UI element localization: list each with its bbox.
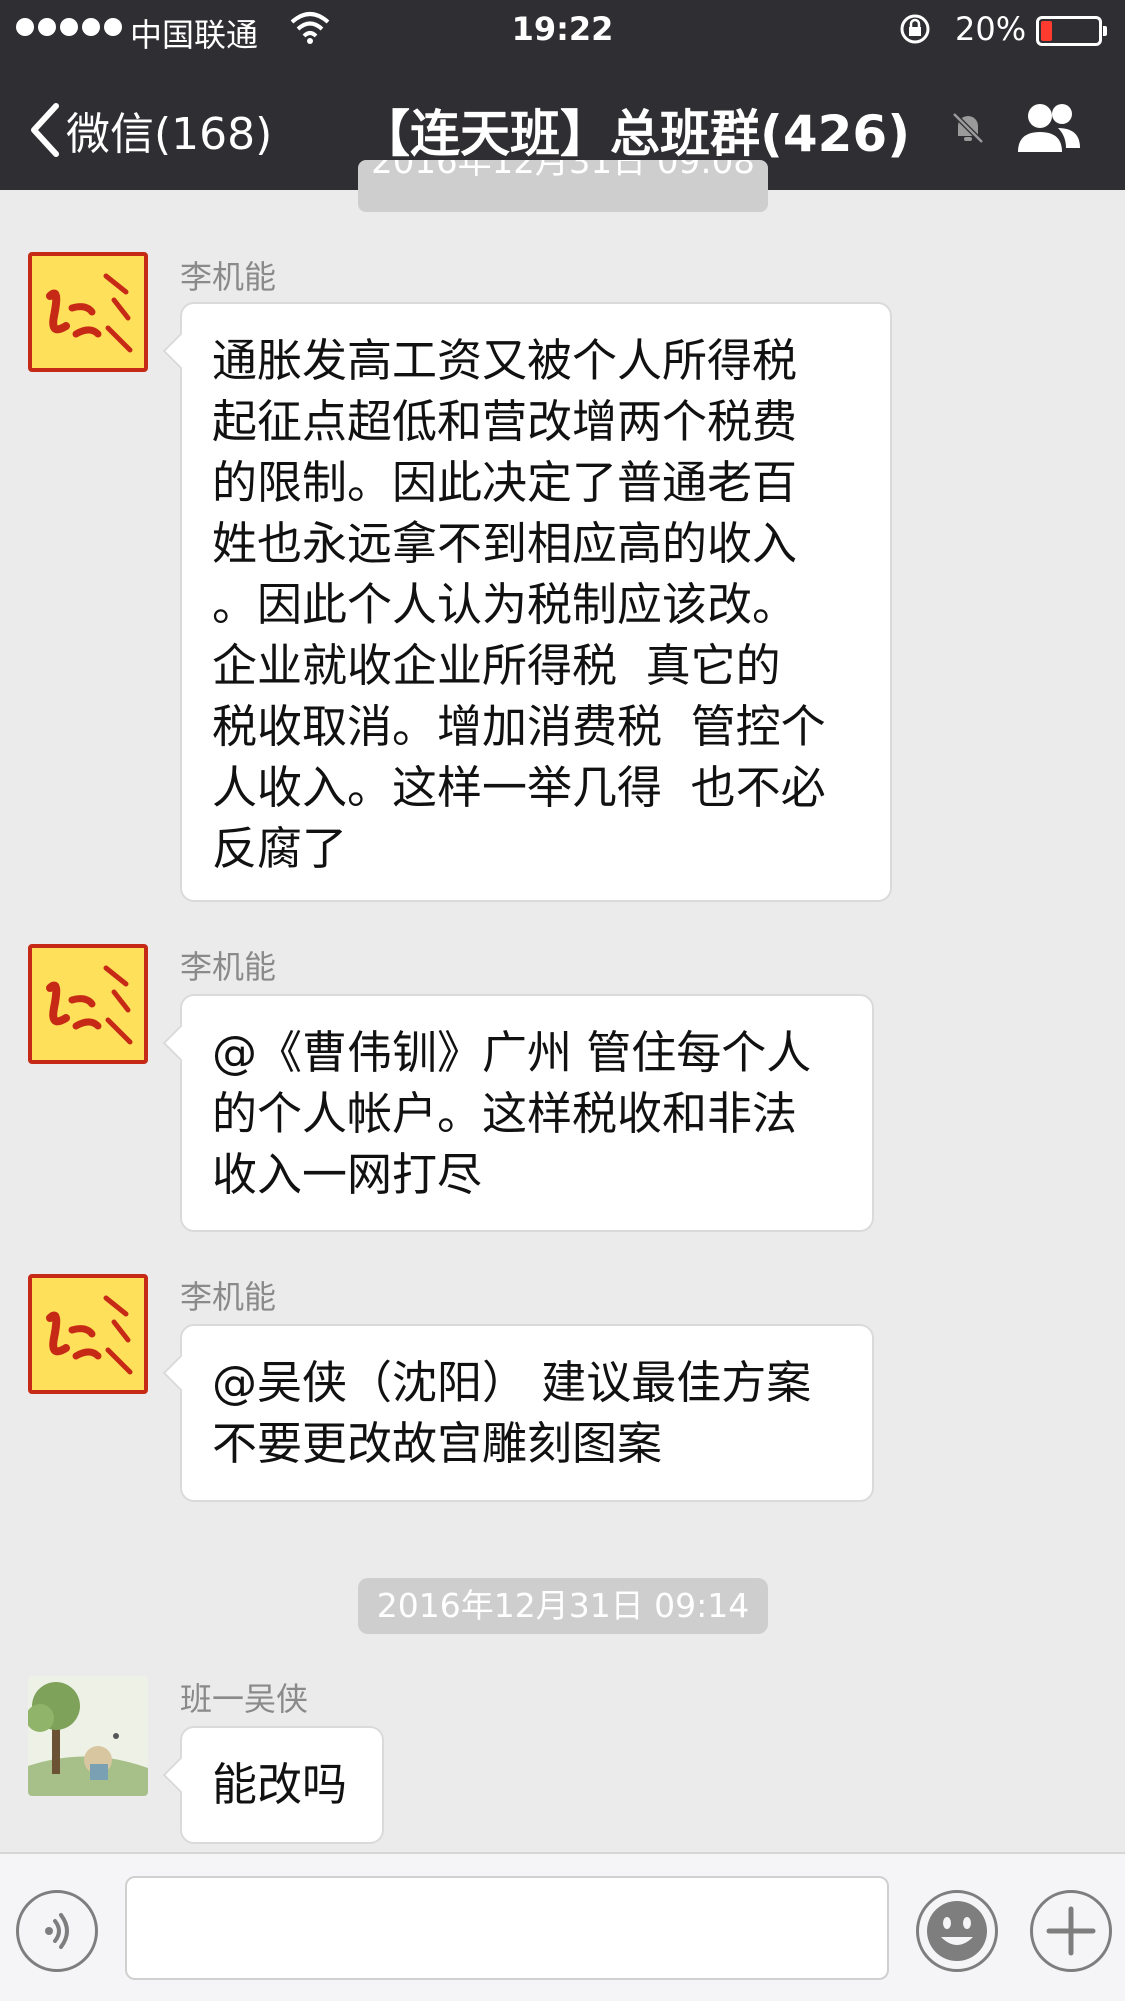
message-input[interactable] [125, 1876, 889, 1980]
rotation-lock-icon [900, 14, 930, 44]
avatar-logo-icon [46, 965, 133, 1045]
message-bubble[interactable]: @《曹伟钏》广州 管住每个人 的个人帐户。这样税收和非法 收入一网打尽 [180, 994, 874, 1232]
message-line: 起征点超低和营改增两个税费 [212, 395, 798, 448]
message-line: 人收入。这样一举几得 也不必 [212, 761, 826, 814]
message-line: 能改吗 [212, 1758, 348, 1811]
message-line: 的限制。因此决定了普通老百 [212, 456, 798, 509]
message-bubble[interactable]: @吴侠（沈阳） 建议最佳方案 不要更改故宫雕刻图案 [180, 1324, 874, 1502]
avatar[interactable] [28, 1274, 148, 1394]
avatar-landscape-icon [28, 1676, 148, 1796]
message-line: 。因此个人认为税制应该改。 [212, 578, 798, 631]
mute-bell-icon [952, 112, 984, 144]
voice-icon [45, 1913, 69, 1949]
message-line: 收入一网打尽 [212, 1148, 483, 1201]
input-bar [0, 1852, 1125, 2001]
back-label: 微信(168) [66, 109, 273, 160]
sender-name: 李机能 [180, 1278, 277, 1316]
message-line: 的个人帐户。这样税收和非法 [212, 1087, 798, 1140]
message-line: 姓也永远拿不到相应高的收入 [212, 517, 798, 570]
message-bubble[interactable]: 能改吗 [180, 1726, 384, 1844]
sender-name: 班一吴侠 [180, 1680, 309, 1718]
message-line: 通胀发高工资又被个人所得税 [212, 334, 798, 387]
avatar[interactable] [28, 252, 148, 372]
voice-button[interactable] [16, 1890, 98, 1972]
status-bar: 中国联通 19:22 20% [0, 0, 1125, 60]
plus-button[interactable] [1030, 1890, 1112, 1972]
battery-percent: 20% [955, 10, 1027, 48]
emoji-button[interactable] [916, 1890, 998, 1972]
battery-icon [1036, 16, 1107, 46]
group-members-icon[interactable] [1014, 98, 1084, 158]
timestamp-partial: 2016年12月31日 09:08 [358, 160, 768, 212]
chat-title: 【连天班】总班群(426) [360, 105, 911, 163]
avatar[interactable] [28, 944, 148, 1064]
plus-icon [1046, 1906, 1096, 1956]
message-line: 税收取消。增加消费税 管控个 [212, 700, 826, 753]
message-line: @《曹伟钏》广州 管住每个人 [212, 1026, 812, 1079]
sender-name: 李机能 [180, 258, 277, 296]
message-line: 企业就收企业所得税 真它的 [212, 639, 781, 692]
chevron-left-icon [31, 103, 59, 157]
avatar-logo-icon [46, 273, 133, 353]
message-line: @吴侠（沈阳） 建议最佳方案 [212, 1356, 812, 1409]
back-button[interactable]: 微信(168) [28, 98, 272, 162]
message-bubble[interactable]: 通胀发高工资又被个人所得税 起征点超低和营改增两个税费 的限制。因此决定了普通老… [180, 302, 892, 902]
message-line: 不要更改故宫雕刻图案 [212, 1417, 663, 1470]
emoji-icon [927, 1901, 987, 1961]
avatar[interactable] [28, 1676, 148, 1796]
message-line: 反腐了 [212, 822, 348, 875]
timestamp: 2016年12月31日 09:14 [358, 1578, 768, 1634]
avatar-logo-icon [46, 1295, 133, 1375]
sender-name: 李机能 [180, 948, 277, 986]
